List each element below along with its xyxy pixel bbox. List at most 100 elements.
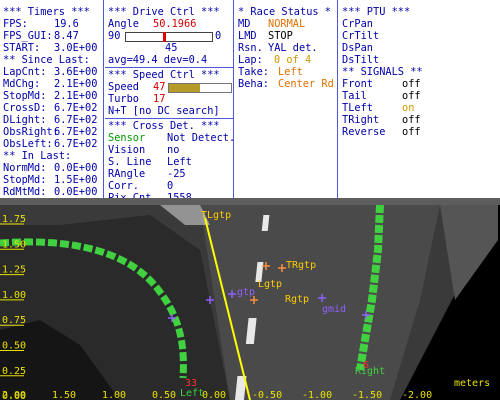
timer-value: 6.7E+02: [54, 102, 98, 114]
cross-row: RAngle -25: [108, 168, 233, 180]
race-value: Center Rd: [278, 78, 334, 90]
race-row: Rsn. YAL det.: [238, 42, 337, 54]
race-row: LMD STOP: [238, 30, 337, 42]
y-tick-label: 1.75: [2, 214, 26, 225]
x-tick-label: 0.50: [152, 390, 176, 400]
since-last-header: ** Since Last:: [3, 54, 90, 66]
turbo-row: Turbo 17: [108, 93, 233, 105]
gtp-label: gtp: [237, 287, 255, 298]
drive-header: *** Drive Ctrl ***: [108, 6, 220, 18]
signal-row: TRight off: [342, 114, 500, 126]
race-header: * Race Status *: [238, 6, 331, 18]
timer-row: FPS_GUI: 8.47: [3, 30, 103, 42]
nt-row: N+T [no DC search]: [108, 105, 220, 117]
drive-column: *** Drive Ctrl *** Angle 50.1966 90 0 45 …: [105, 0, 235, 204]
y-tick-label: 0.50: [2, 341, 26, 352]
timer-value: 1.5E+00: [54, 174, 98, 186]
race-value: NORMAL: [268, 18, 306, 30]
signal-value: off: [402, 78, 421, 90]
race-label: LMD: [238, 30, 257, 42]
angle-slider: [125, 32, 213, 42]
slider-center-row: 45: [108, 42, 233, 54]
timer-value: 8.47: [54, 30, 79, 42]
slider-center-label: 45: [165, 42, 178, 54]
top-noise-band: [0, 198, 500, 205]
signal-value: off: [402, 114, 421, 126]
cross-value: 0: [167, 180, 174, 192]
signals-header: ** SIGNALS **: [342, 66, 423, 78]
angle-label: Angle: [108, 18, 139, 30]
cross-row: Sensor Not Detect.: [108, 132, 235, 144]
tlgtp-label: TLgtp: [201, 210, 231, 221]
timer-row: NormMd: 0.0E+00: [3, 162, 103, 174]
timer-value: 6.7E+02: [54, 114, 98, 126]
timer-value: 2.1E+00: [54, 90, 98, 102]
timer-value: 6.7E+02: [54, 126, 98, 138]
timer-label: StopMd:: [3, 174, 47, 186]
timer-value: 19.6: [54, 18, 79, 30]
timer-row: ObsRight: 6.7E+02: [3, 126, 103, 138]
angle-value: 50.1966: [153, 18, 197, 30]
y-tick-label: 1.50: [2, 239, 26, 250]
divider: [105, 118, 233, 119]
timer-row: START: 3.0E+00: [3, 42, 103, 54]
cross-header: *** Cross Det. ***: [108, 120, 220, 132]
ptu-item: CrPan: [342, 18, 373, 30]
race-value: YAL det.: [268, 42, 318, 54]
x-tick-label: 0.00: [202, 390, 226, 400]
y-tick-label: 0.75: [2, 315, 26, 326]
timer-row: LapCnt: 3.6E+00: [3, 66, 103, 78]
in-last-header: ** In Last:: [3, 150, 72, 162]
camera-view: TLgtp TRgtp Lgtp Rgtp gtp gmid Right Lef…: [0, 198, 500, 400]
timer-label: FPS_GUI:: [3, 30, 53, 42]
timer-value: 0.0E+00: [54, 162, 98, 174]
cross-row: Corr. 0: [108, 180, 233, 192]
signal-value: off: [402, 90, 421, 102]
x-tick-label: 2.00: [2, 390, 26, 400]
cross-row: Vision no: [108, 144, 233, 156]
race-label: Beha:: [238, 78, 269, 90]
timer-label: LapCnt:: [3, 66, 47, 78]
left-lane-label: Left: [180, 388, 204, 399]
ptu-header: *** PTU ***: [342, 6, 411, 18]
signal-label: Reverse: [342, 126, 386, 138]
timer-label: FPS:: [3, 18, 28, 30]
lgtp-label: Lgtp: [258, 279, 282, 290]
timer-label: DLight:: [3, 114, 47, 126]
timers-column: *** Timers *** FPS: 19.6 FPS_GUI: 8.47 STA…: [0, 0, 104, 198]
x-tick-label: -1.50: [352, 390, 382, 400]
race-row: Beha: Center Rd: [238, 78, 337, 90]
ptu-column: *** PTU *** CrPan CrTilt DsPan DsTilt **…: [339, 0, 500, 198]
race-value: STOP: [268, 30, 293, 42]
x-tick-label: 1.50: [52, 390, 76, 400]
race-label: MD: [238, 18, 251, 30]
slider-max-label: 0: [215, 30, 222, 42]
cross-value: -25: [167, 168, 186, 180]
cross-label: Vision: [108, 144, 146, 156]
timer-label: START:: [3, 42, 41, 54]
y-tick-label: 1.25: [2, 265, 26, 276]
status-panel: *** Timers *** FPS: 19.6 FPS_GUI: 8.47 STA…: [0, 0, 500, 204]
signal-label: Tail: [342, 90, 367, 102]
timer-value: 2.1E+00: [54, 78, 98, 90]
timer-label: RdMtMd:: [3, 186, 47, 198]
x-tick-label: -1.00: [302, 390, 332, 400]
signal-label: TRight: [342, 114, 380, 126]
timer-label: CrossD:: [3, 102, 47, 114]
signal-row: TLeft on: [342, 102, 500, 114]
timer-row: MdChg: 2.1E+00: [3, 78, 103, 90]
signal-label: Front: [342, 78, 373, 90]
signal-value: off: [402, 126, 421, 138]
timer-value: 6.7E+02: [54, 138, 98, 150]
cross-label: RAngle: [108, 168, 146, 180]
timer-row: StopMd: 1.5E+00: [3, 174, 103, 186]
timer-label: NormMd:: [3, 162, 47, 174]
y-tick-label: 1.00: [2, 290, 26, 301]
timer-row: DLight: 6.7E+02: [3, 114, 103, 126]
turbo-label: Turbo: [108, 93, 139, 105]
ptu-item: DsPan: [342, 42, 373, 54]
gmid-label: gmid: [322, 304, 346, 315]
timer-label: ObsRight:: [3, 126, 59, 138]
timers-header: *** Timers ***: [3, 6, 90, 18]
race-value: 0 of 4: [274, 54, 312, 66]
